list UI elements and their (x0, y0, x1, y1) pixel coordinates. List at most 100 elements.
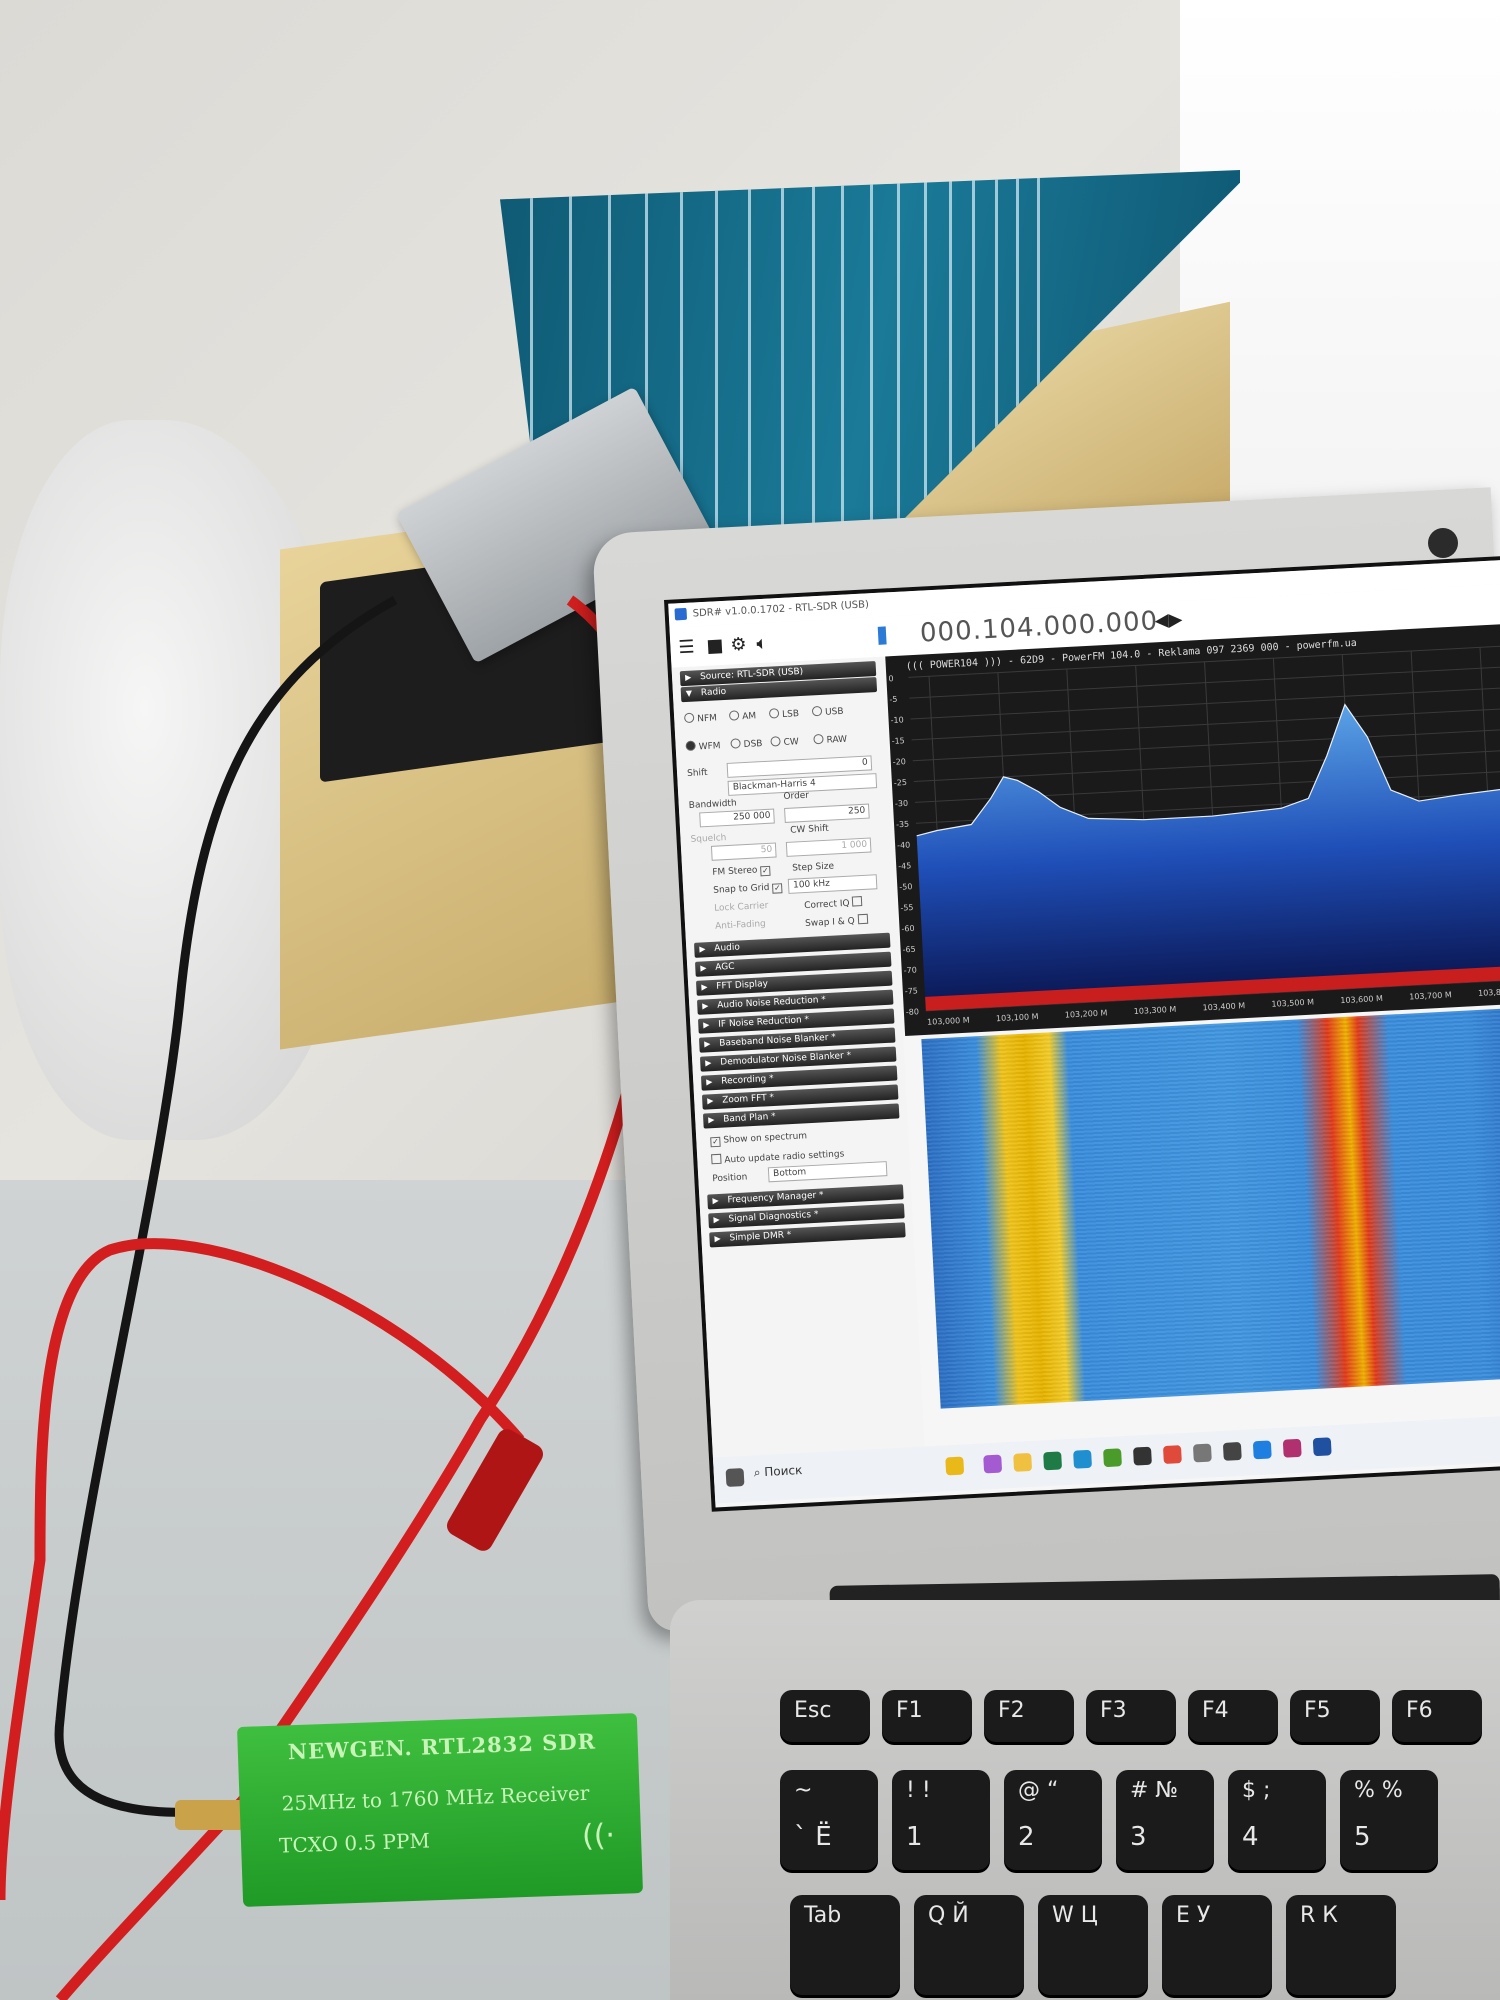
y-tick-label: -5 (889, 695, 897, 704)
mode-dsb[interactable]: DSB (730, 737, 763, 751)
key-label: F2 (998, 1698, 1025, 1723)
x-tick-label: 103,400 M (1202, 1001, 1245, 1012)
keyboard-key[interactable]: F4 (1188, 1690, 1278, 1742)
sma-connector (175, 1800, 245, 1830)
app-icon-grey[interactable] (1192, 1443, 1212, 1463)
expand-arrow-icon: ▶ (712, 1195, 719, 1206)
windows-start-icon[interactable] (725, 1468, 745, 1487)
file-explorer-icon[interactable] (1013, 1452, 1033, 1472)
keyboard-key[interactable]: F1 (882, 1690, 972, 1742)
keyboard-key[interactable]: $ ; 4 (1228, 1770, 1326, 1870)
key-label: % % (1354, 1778, 1403, 1803)
expand-arrow-icon: ▶ (706, 1077, 713, 1087)
y-tick-label: -35 (896, 820, 910, 830)
key-label: F4 (1202, 1698, 1229, 1723)
diamond-app-icon[interactable] (1252, 1440, 1272, 1460)
keyboard-key[interactable]: W Ц (1038, 1895, 1148, 1995)
speaker-icon[interactable]: 🔈︎ (756, 633, 768, 655)
mode-am[interactable]: AM (728, 709, 756, 722)
settings-icon[interactable] (1222, 1441, 1242, 1461)
keyboard-key[interactable]: ~ ` Ё (780, 1770, 878, 1870)
x-tick-label: 103,700 M (1409, 990, 1452, 1001)
keyboard-key[interactable]: F3 (1086, 1690, 1176, 1742)
key-label: Tab (804, 1903, 842, 1928)
mode-lsb[interactable]: LSB (768, 707, 799, 721)
key-label: ! ! (906, 1778, 931, 1803)
dongle-label-tcxo: TCXO 0.5 PPM (278, 1828, 431, 1858)
mode-raw[interactable]: RAW (813, 733, 847, 747)
dongle-label-brand: NEWGEN. RTL2832 SDR (287, 1728, 597, 1765)
y-tick-label: -10 (890, 715, 904, 725)
show-on-spectrum-checkbox[interactable]: ✓ Show on spectrum (710, 1131, 807, 1148)
expand-arrow-icon: ▶ (684, 672, 692, 682)
bandwidth-input[interactable]: 250 000 (699, 808, 775, 828)
mode-cw[interactable]: CW (770, 735, 799, 748)
signal-icon: ((· (581, 1817, 616, 1855)
app-icon-green[interactable] (1103, 1448, 1122, 1468)
lock-carrier-checkbox[interactable]: Lock Carrier (714, 901, 769, 914)
mode-usb[interactable]: USB (811, 705, 844, 719)
chrome-icon[interactable] (1162, 1445, 1182, 1465)
mode-nfm[interactable]: NFM (683, 711, 717, 725)
key-label: E У (1176, 1903, 1211, 1928)
keyboard-key[interactable]: % % 5 (1340, 1770, 1438, 1870)
key-label: F5 (1304, 1698, 1331, 1723)
bandwidth-label: Bandwidth (688, 798, 737, 811)
keyboard-key[interactable]: F6 (1392, 1690, 1482, 1742)
rtl-sdr-dongle: NEWGEN. RTL2832 SDR 25MHz to 1760 MHz Re… (236, 1713, 644, 1907)
swap-iq-checkbox[interactable]: Swap I & Q (805, 913, 871, 929)
copilot-icon[interactable] (983, 1454, 1003, 1474)
fm-stereo-checkbox[interactable]: FM Stereo ✓ (712, 865, 774, 879)
key-label-lower: 4 (1242, 1822, 1259, 1852)
keyboard-key[interactable]: ! ! 1 (892, 1770, 990, 1870)
x-tick-label: 103,000 M (927, 1016, 970, 1027)
expand-arrow-icon: ▶ (700, 963, 707, 973)
keyboard-key[interactable]: R К (1286, 1895, 1396, 1995)
keyboard-key[interactable]: Esc (780, 1690, 870, 1742)
cw-shift-input[interactable]: 1 000 (785, 837, 872, 857)
key-label: F1 (896, 1698, 923, 1723)
mode-wfm[interactable]: WFM (685, 739, 721, 753)
expand-arrow-icon: ▶ (702, 1001, 709, 1011)
expand-arrow-icon: ▶ (705, 1058, 712, 1068)
y-tick-label: -30 (895, 799, 909, 809)
expand-arrow-icon: ▶ (714, 1233, 721, 1244)
keyboard-key[interactable]: # № 3 (1116, 1770, 1214, 1870)
waterfall-display[interactable] (921, 1007, 1500, 1409)
webcam (1428, 528, 1458, 558)
frequency-display[interactable]: 000.104.000.000 (919, 606, 1159, 648)
correct-iq-checkbox[interactable]: Correct IQ (804, 896, 866, 911)
keyboard-key[interactable]: E У (1162, 1895, 1272, 1995)
squelch-input[interactable]: 50 (710, 842, 777, 861)
key-label: @ “ (1018, 1778, 1059, 1803)
keyboard-key[interactable]: F2 (984, 1690, 1074, 1742)
menu-icon[interactable]: ☰ (678, 636, 695, 658)
sdrsharp-taskbar-icon[interactable] (1312, 1437, 1332, 1457)
gear-icon[interactable]: ⚙ (730, 634, 747, 656)
snap-to-grid-checkbox[interactable]: Snap to Grid ✓ (713, 882, 786, 897)
spectrum-chart[interactable]: ((( POWER104 ))) - 62D9 - PowerFM 104.0 … (885, 623, 1500, 1036)
y-tick-label: -75 (905, 986, 919, 996)
key-label: Q Й (928, 1903, 969, 1928)
key-label-lower: 5 (1354, 1822, 1371, 1852)
usb-connector-red (447, 1429, 543, 1551)
keyboard-key[interactable]: @ “ 2 (1004, 1770, 1102, 1870)
keyboard-key[interactable]: Q Й (914, 1895, 1024, 1995)
excel-icon[interactable] (1043, 1451, 1063, 1471)
order-input[interactable]: 250 (784, 803, 870, 823)
key-label: W Ц (1052, 1903, 1098, 1928)
position-select[interactable]: Bottom (767, 1161, 888, 1183)
sparkle-icon[interactable] (945, 1456, 965, 1476)
keyboard-key[interactable]: Tab (790, 1895, 900, 1995)
edge-icon[interactable] (1073, 1449, 1093, 1469)
app-icon-pink[interactable] (1282, 1438, 1302, 1458)
stop-icon[interactable]: ■ (706, 635, 724, 657)
cw-shift-label: CW Shift (789, 823, 829, 836)
taskbar-search[interactable]: ⌕ Поиск (753, 1456, 934, 1489)
step-size-select[interactable]: 100 kHz (787, 874, 878, 894)
anti-fading-checkbox[interactable]: Anti-Fading (715, 919, 766, 932)
keyboard-key[interactable]: F5 (1290, 1690, 1380, 1742)
frequency-step-arrows[interactable]: ◀▶ (1154, 609, 1183, 631)
app-icon-w[interactable] (1133, 1446, 1152, 1466)
y-tick-label: -25 (894, 778, 908, 788)
